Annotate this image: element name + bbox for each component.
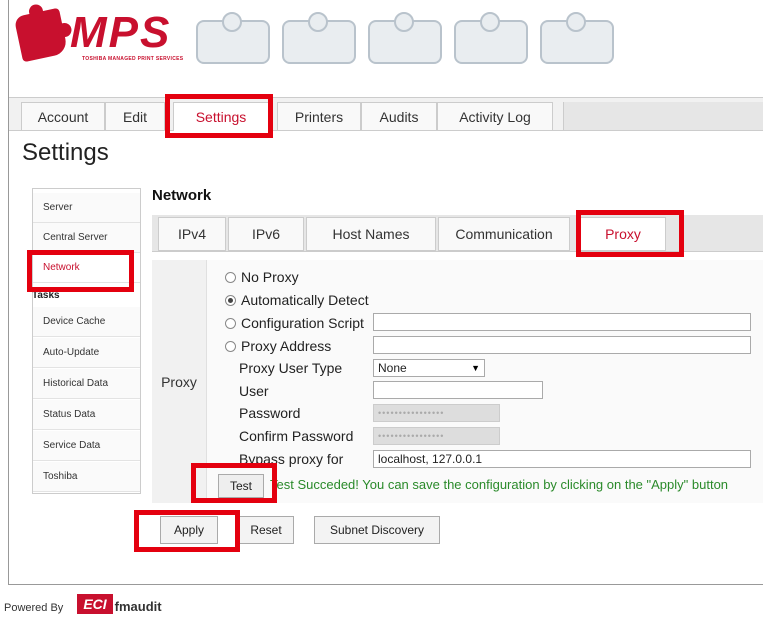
sidebar-item-network[interactable]: Network <box>33 253 140 283</box>
proxy-panel: Proxy No Proxy Automatically Detect Conf… <box>152 260 763 503</box>
subnet-discovery-button[interactable]: Subnet Discovery <box>314 516 440 544</box>
proxy-user-type-label: Proxy User Type <box>239 360 343 376</box>
logo-text: MPS <box>70 8 172 57</box>
tab-edit[interactable]: Edit <box>105 102 165 130</box>
confirm-password-label: Confirm Password <box>239 428 354 444</box>
proxy-user-type-select[interactable]: None ▼ <box>373 359 485 377</box>
no-proxy-label: No Proxy <box>241 269 299 285</box>
network-sub-tabs: IPv4 IPv6 Host Names Communication Proxy <box>152 215 763 252</box>
eci-logo: ECI <box>77 594 113 614</box>
auto-detect-radio[interactable] <box>225 294 236 306</box>
tab-printers[interactable]: Printers <box>277 102 361 130</box>
tab-settings[interactable]: Settings <box>173 102 269 131</box>
config-script-option[interactable]: Configuration Script <box>225 313 364 333</box>
main-tab-bar: Account Edit Settings Printers Audits Ac… <box>9 97 763 131</box>
password-label: Password <box>239 405 301 421</box>
settings-sidebar: Server Central Server Network Device Cac… <box>32 188 141 494</box>
auto-detect-label: Automatically Detect <box>241 292 369 308</box>
sidebar-item-auto-update[interactable]: Auto-Update <box>33 338 140 368</box>
sidebar-item-service-data[interactable]: Service Data <box>33 431 140 461</box>
sidebar-tasks-heading: Tasks <box>32 290 60 301</box>
powered-by-label: Powered By <box>4 602 64 614</box>
dropdown-arrow-icon: ▼ <box>471 363 480 373</box>
sidebar-item-status-data[interactable]: Status Data <box>33 400 140 430</box>
fmaudit-logo: fmaudit <box>114 599 162 614</box>
config-script-label: Configuration Script <box>241 315 364 331</box>
config-script-radio[interactable] <box>225 317 236 329</box>
reset-button[interactable]: Reset <box>238 516 294 544</box>
sidebar-item-server[interactable]: Server <box>33 193 140 223</box>
puzzle-banner-decoration <box>196 12 626 66</box>
tab-ipv6[interactable]: IPv6 <box>228 217 304 251</box>
tab-host-names[interactable]: Host Names <box>306 217 436 251</box>
no-proxy-option[interactable]: No Proxy <box>225 267 299 287</box>
proxy-address-label: Proxy Address <box>241 338 332 354</box>
bypass-proxy-input[interactable]: localhost, 127.0.0.1 <box>373 450 751 468</box>
user-label: User <box>239 383 269 399</box>
section-title: Network <box>152 187 212 204</box>
proxy-user-type-value: None <box>378 361 407 375</box>
sidebar-item-toshiba[interactable]: Toshiba <box>33 462 140 492</box>
proxy-form: No Proxy Automatically Detect Configurat… <box>206 260 763 503</box>
header-banner: MPS TOSHIBA MANAGED PRINT SERVICES <box>10 7 630 70</box>
puzzle-piece-icon <box>13 7 69 63</box>
tab-ipv4[interactable]: IPv4 <box>158 217 226 251</box>
tab-account[interactable]: Account <box>21 102 105 130</box>
proxy-row-label: Proxy <box>161 373 197 390</box>
sidebar-item-central-server[interactable]: Central Server <box>33 223 140 253</box>
password-input[interactable]: •••••••••••••••• <box>373 404 500 422</box>
user-input[interactable] <box>373 381 543 399</box>
apply-button[interactable]: Apply <box>160 516 218 544</box>
tab-communication[interactable]: Communication <box>438 217 570 251</box>
test-success-message: Test Succeded! You can save the configur… <box>270 477 729 492</box>
auto-detect-option[interactable]: Automatically Detect <box>225 290 369 310</box>
logo-subtitle: TOSHIBA MANAGED PRINT SERVICES <box>82 56 184 62</box>
proxy-address-input[interactable] <box>373 336 751 354</box>
sidebar-item-device-cache[interactable]: Device Cache <box>33 307 140 337</box>
page-title: Settings <box>22 139 109 166</box>
sidebar-item-historical-data[interactable]: Historical Data <box>33 369 140 399</box>
config-script-input[interactable] <box>373 313 751 331</box>
footer: Powered By ECI fmaudit <box>4 594 162 614</box>
no-proxy-radio[interactable] <box>225 271 236 283</box>
tab-bar-filler <box>563 102 763 130</box>
test-button[interactable]: Test <box>218 474 264 498</box>
tab-activity-log[interactable]: Activity Log <box>437 102 553 130</box>
tab-audits[interactable]: Audits <box>361 102 437 130</box>
bypass-proxy-label: Bypass proxy for <box>239 451 344 467</box>
proxy-address-radio[interactable] <box>225 340 236 352</box>
tab-proxy[interactable]: Proxy <box>580 217 666 251</box>
mps-logo: MPS TOSHIBA MANAGED PRINT SERVICES <box>10 7 190 70</box>
confirm-password-input[interactable]: •••••••••••••••• <box>373 427 500 445</box>
proxy-address-option[interactable]: Proxy Address <box>225 336 331 356</box>
